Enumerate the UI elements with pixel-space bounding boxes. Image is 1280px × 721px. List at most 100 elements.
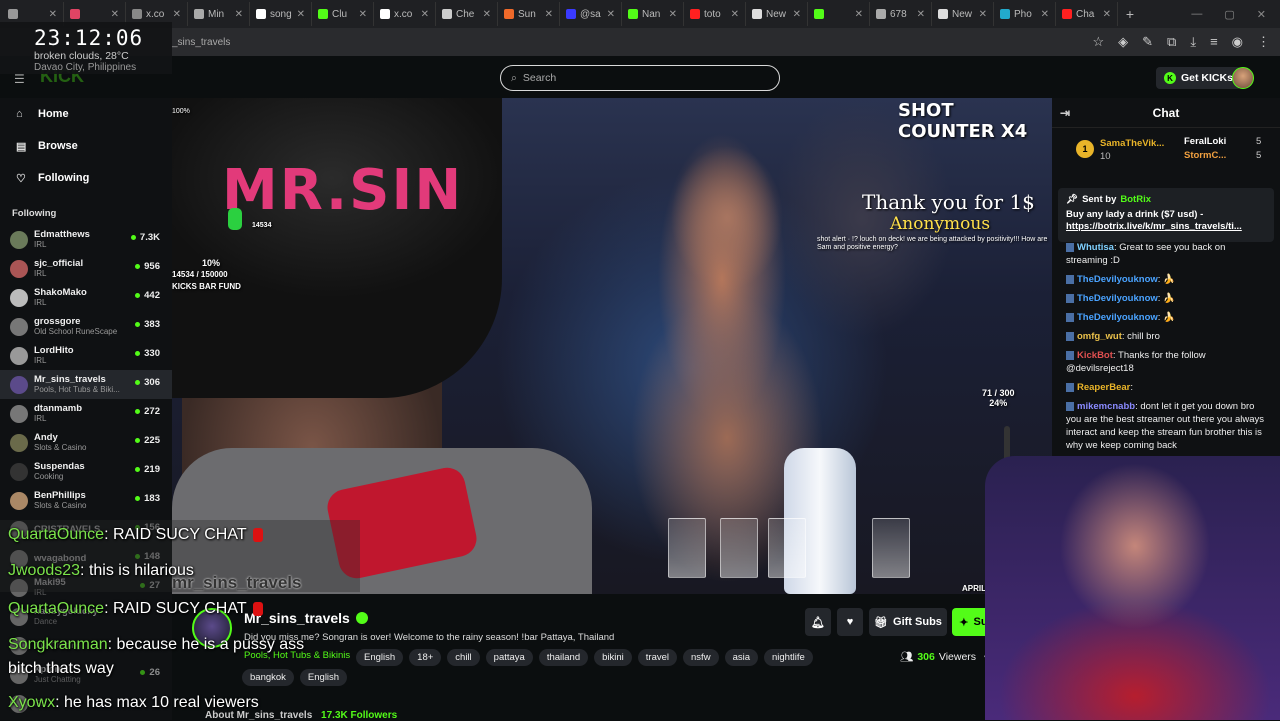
tag-chip[interactable]: bikini xyxy=(594,649,632,666)
viewer-number: 183 xyxy=(144,493,160,504)
tab-favicon-icon xyxy=(628,9,638,19)
tab-close-icon[interactable]: ✕ xyxy=(483,9,491,20)
tab-close-icon[interactable]: ✕ xyxy=(173,9,181,20)
pinned-message[interactable]: 📌︎ Sent by BotRix Buy any lady a drink (… xyxy=(1058,188,1274,242)
tag-chip[interactable]: English xyxy=(356,649,404,666)
browser-tab[interactable]: Pho ✕ xyxy=(994,2,1056,26)
minimize-icon[interactable]: — xyxy=(1191,8,1202,21)
browser-tab[interactable]: ✕ xyxy=(808,2,870,26)
chat-username[interactable]: omfg_wut xyxy=(1077,331,1122,342)
tag-chip[interactable]: nightlife xyxy=(764,649,813,666)
browser-tab[interactable]: New ✕ xyxy=(746,2,808,26)
heart-icon: ♡ xyxy=(16,172,26,185)
chat-username[interactable]: TheDevilyouknow xyxy=(1077,312,1158,323)
tag-chip[interactable]: chill xyxy=(447,649,480,666)
browser-tab[interactable]: toto ✕ xyxy=(684,2,746,26)
chat-username[interactable]: mikemcnabb xyxy=(1077,401,1135,412)
tab-close-icon[interactable]: ✕ xyxy=(359,9,367,20)
browser-tab[interactable]: Che ✕ xyxy=(436,2,498,26)
hamburger-menu-icon[interactable]: ☰ xyxy=(14,72,25,86)
bookmark-star-icon[interactable]: ☆ xyxy=(1092,34,1104,50)
browser-tab[interactable]: song ✕ xyxy=(250,2,312,26)
chat-username[interactable]: TheDevilyouknow xyxy=(1077,293,1158,304)
clock-widget: 23:12:06 broken clouds, 28°C Davao City,… xyxy=(0,22,172,74)
browser-tab[interactable]: 678 ✕ xyxy=(870,2,932,26)
tab-label: song xyxy=(270,8,292,20)
tab-close-icon[interactable]: ✕ xyxy=(917,9,925,20)
viewers-label: Viewers xyxy=(938,650,977,663)
extension-icon[interactable]: ✎ xyxy=(1142,34,1153,50)
tab-close-icon[interactable]: ✕ xyxy=(49,9,57,20)
following-item[interactable]: Suspendas Cooking 219 xyxy=(0,457,172,486)
leaderboard-third-value: 5 xyxy=(1256,150,1262,161)
profile-icon[interactable]: ◉ xyxy=(1232,34,1243,50)
tab-close-icon[interactable]: ✕ xyxy=(669,9,677,20)
download-icon[interactable]: ⤓ xyxy=(1190,34,1196,50)
tab-close-icon[interactable]: ✕ xyxy=(1041,9,1049,20)
maximize-icon[interactable]: ▢ xyxy=(1224,8,1234,21)
browser-tab[interactable]: Min ✕ xyxy=(188,2,250,26)
nav-following[interactable]: ♡ Following xyxy=(0,162,172,194)
following-item[interactable]: dtanmamb IRL 272 xyxy=(0,399,172,428)
browser-tab[interactable]: Cha ✕ xyxy=(1056,2,1118,26)
browser-tab[interactable]: Clu ✕ xyxy=(312,2,374,26)
leaderboard-second-name[interactable]: FeralLoki xyxy=(1184,136,1226,147)
tab-close-icon[interactable]: ✕ xyxy=(297,9,305,20)
following-item[interactable]: grossgore Old School RuneScape 383 xyxy=(0,312,172,341)
leaderboard-first-name[interactable]: SamaTheVik... xyxy=(1100,138,1164,149)
chat-username[interactable]: Whutisa xyxy=(1077,242,1114,253)
notification-bell-button[interactable]: 🔔︎ xyxy=(805,608,831,636)
tab-close-icon[interactable]: ✕ xyxy=(731,9,739,20)
new-tab-button[interactable]: + xyxy=(1118,2,1142,26)
tab-close-icon[interactable]: ✕ xyxy=(111,9,119,20)
following-item[interactable]: sjc_official IRL 956 xyxy=(0,254,172,283)
tab-close-icon[interactable]: ✕ xyxy=(979,9,987,20)
tab-favicon-icon xyxy=(70,9,80,19)
gift-subs-button[interactable]: 🎁︎ Gift Subs xyxy=(869,608,947,636)
url-text[interactable]: _sins_travels xyxy=(172,37,230,48)
tab-close-icon[interactable]: ✕ xyxy=(421,9,429,20)
leaderboard-third-name[interactable]: StormC... xyxy=(1184,150,1226,161)
chat-username[interactable]: KickBot xyxy=(1077,350,1113,361)
extensions-puzzle-icon[interactable]: ⧉ xyxy=(1167,34,1176,50)
browser-tab[interactable]: New ✕ xyxy=(932,2,994,26)
nav-browse[interactable]: ▤ Browse xyxy=(0,130,172,162)
following-item[interactable]: ShakoMako IRL 442 xyxy=(0,283,172,312)
following-item[interactable]: Edmatthews IRL 7.3K xyxy=(0,225,172,254)
tag-chip[interactable]: nsfw xyxy=(683,649,719,666)
chat-username[interactable]: ReaperBear xyxy=(1077,382,1130,393)
pinned-link[interactable]: https://botrix.live/k/mr_sins_travels/ti… xyxy=(1066,221,1242,232)
tag-chip[interactable]: asia xyxy=(724,649,758,666)
search-input[interactable]: ⌕ Search xyxy=(500,65,780,91)
extension-icon[interactable]: ◈ xyxy=(1118,34,1128,50)
menu-kebab-icon[interactable]: ⋮ xyxy=(1257,34,1270,50)
tag-chip[interactable]: pattaya xyxy=(485,649,533,666)
tab-close-icon[interactable]: ✕ xyxy=(1103,9,1111,20)
nav-home[interactable]: ⌂ Home xyxy=(0,98,172,130)
tab-close-icon[interactable]: ✕ xyxy=(793,9,801,20)
tab-close-icon[interactable]: ✕ xyxy=(235,9,243,20)
close-window-icon[interactable]: ✕ xyxy=(1257,8,1266,21)
bar-fund-gauge xyxy=(228,208,242,230)
browser-tab[interactable]: @sa ✕ xyxy=(560,2,622,26)
collapse-chat-icon[interactable]: ⇥ xyxy=(1060,106,1070,120)
tab-close-icon[interactable]: ✕ xyxy=(855,9,863,20)
browser-tab[interactable]: Nan ✕ xyxy=(622,2,684,26)
browser-tab[interactable]: Sun ✕ xyxy=(498,2,560,26)
tag-chip[interactable]: travel xyxy=(637,649,678,666)
get-kicks-button[interactable]: K Get KICKs xyxy=(1156,67,1241,89)
tag-chip[interactable]: thailand xyxy=(538,649,589,666)
chat-username[interactable]: TheDevilyouknow xyxy=(1077,274,1158,285)
following-item[interactable]: Andy Slots & Casino 225 xyxy=(0,428,172,457)
reading-list-icon[interactable]: ≡ xyxy=(1210,34,1218,50)
user-avatar[interactable] xyxy=(1232,67,1254,89)
gift-subs-label: Gift Subs xyxy=(893,616,942,628)
browser-tab[interactable]: x.co ✕ xyxy=(374,2,436,26)
tab-close-icon[interactable]: ✕ xyxy=(607,9,615,20)
following-item[interactable]: Mr_sins_travels Pools, Hot Tubs & Biki...… xyxy=(0,370,172,399)
tab-close-icon[interactable]: ✕ xyxy=(545,9,553,20)
follow-heart-button[interactable]: ♥ xyxy=(837,608,863,636)
tag-chip[interactable]: 18+ xyxy=(409,649,442,666)
following-item[interactable]: LordHito IRL 330 xyxy=(0,341,172,370)
following-item[interactable]: BenPhillips Slots & Casino 183 xyxy=(0,486,172,515)
